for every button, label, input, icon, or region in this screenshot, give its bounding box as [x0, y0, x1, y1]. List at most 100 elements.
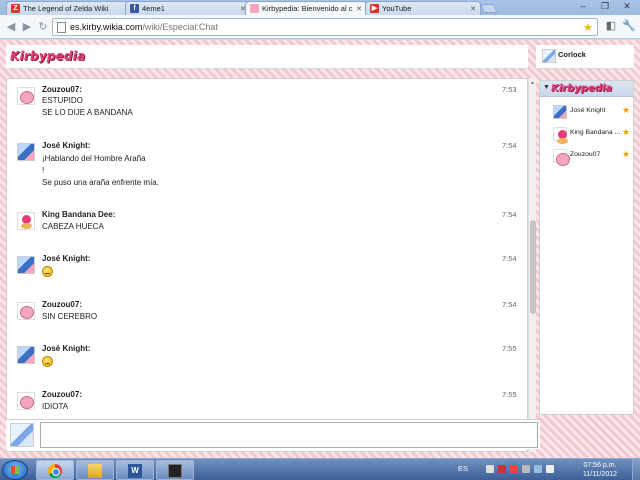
close-window-icon[interactable]: ✕ [616, 0, 638, 12]
chrome-icon [48, 464, 62, 478]
avatar [10, 423, 34, 447]
user-list-item[interactable]: Zouzou07 ★ [540, 147, 633, 166]
tray-monitor-icon[interactable] [522, 465, 530, 473]
tab-kirbypedia[interactable]: Kirbypedia: Bienvenido al c ✕ [245, 1, 367, 15]
scroll-up-icon[interactable]: ▲ [530, 80, 535, 86]
message-time: 7:54 [502, 141, 517, 150]
message-text: ! [42, 166, 45, 175]
forward-arrow-icon[interactable]: ▶ [20, 20, 34, 34]
avatar [553, 127, 568, 144]
message-text: IDIOTA [42, 402, 69, 411]
message-username[interactable]: José Knight: [42, 254, 90, 263]
user-list-item[interactable]: José Knight ★ [540, 103, 633, 121]
show-desktop-button[interactable] [632, 459, 640, 480]
star-icon: ★ [622, 105, 631, 115]
message-text: ESTUPIDO [42, 96, 83, 105]
tray-arrow-icon[interactable] [486, 465, 494, 473]
word-icon: W [128, 464, 142, 478]
message-text: SIN CEREBRO [42, 312, 98, 321]
chat-page: Kirbypedia Corlock Zouzou07: 7:53 ESTUPI… [0, 40, 640, 458]
message-username[interactable]: Zouzou07: [42, 85, 82, 94]
chat-message: José Knight: 7:54 [7, 254, 519, 284]
avatar [542, 49, 556, 63]
member-name: José Knight [570, 107, 606, 114]
avatar [553, 105, 567, 119]
back-arrow-icon[interactable]: ◀ [4, 20, 18, 34]
taskbar-chrome[interactable] [36, 460, 74, 480]
message-username[interactable]: José Knight: [42, 344, 90, 353]
site-logo[interactable]: Kirbypedia [10, 49, 85, 63]
scrollbar-thumb[interactable] [530, 220, 536, 314]
minimize-icon[interactable]: – [572, 0, 594, 12]
user-list-sidebar: ▼ Kirbypedia José Knight ★ King Bandana … [539, 80, 634, 415]
message-text: ¡Hablando del Hombre Araña [42, 154, 146, 163]
message-time: 7:55 [502, 344, 517, 353]
language-indicator[interactable]: ES [458, 464, 468, 473]
browser-toolbar: ◀ ▶ ↻ es.kirby.wikia.com/wiki/Especial:C… [0, 15, 640, 39]
chat-message: Zouzou07: 7:53 ESTUPIDO SE LO DIJE A BAN… [7, 85, 519, 125]
avatar [17, 302, 35, 320]
folder-icon [88, 464, 102, 478]
close-tab-icon[interactable]: ✕ [356, 5, 362, 13]
tab-title: YouTube [382, 4, 412, 13]
close-tab-icon[interactable]: ✕ [470, 5, 476, 13]
console-icon [168, 464, 182, 478]
star-icon: ★ [622, 149, 631, 159]
network-icon[interactable] [534, 465, 542, 473]
tray-flag-icon[interactable] [510, 465, 518, 473]
chat-scrollbar[interactable]: ▲ ▼ [528, 78, 536, 452]
message-username[interactable]: Zouzou07: [42, 390, 82, 399]
facebook-favicon-icon: f [130, 4, 139, 13]
url-text: es.kirby.wikia.com/wiki/Especial:Chat [70, 22, 218, 32]
taskbar-console[interactable] [156, 460, 194, 480]
member-name: Zouzou07 [570, 151, 601, 158]
kirby-favicon-icon [250, 4, 259, 13]
bookmark-star-icon[interactable]: ★ [583, 21, 593, 34]
tab-facebook[interactable]: f 4eme1 ✕ [125, 1, 251, 15]
star-icon: ★ [622, 127, 631, 137]
tab-strip: Z The Legend of Zelda Wiki ✕ f 4eme1 ✕ K… [0, 0, 640, 15]
maximize-icon[interactable]: ❐ [594, 0, 616, 12]
message-time: 7:54 [502, 300, 517, 309]
taskbar-word[interactable]: W [116, 460, 154, 480]
user-list-header[interactable]: ▼ Kirbypedia [540, 81, 633, 97]
message-text: SE LO DIJE A BANDANA [42, 108, 133, 117]
message-text: Se puso una araña enfrente mía. [42, 178, 159, 187]
start-button[interactable] [2, 460, 28, 480]
new-tab-button[interactable] [480, 4, 498, 13]
clock[interactable]: 07:56 p.m. 11/11/2012 [574, 461, 626, 479]
chat-input[interactable] [40, 422, 538, 448]
sidebar-logo: Kirbypedia [551, 83, 613, 94]
message-username[interactable]: King Bandana Dee: [42, 210, 115, 219]
taskbar-explorer[interactable] [76, 460, 114, 480]
member-name: King Bandana ... [570, 129, 621, 136]
reload-icon[interactable]: ↻ [36, 20, 50, 34]
tab-title: 4eme1 [142, 4, 165, 13]
extension-icon[interactable]: ◧ [604, 19, 618, 33]
chat-message: José Knight: 7:54 ¡Hablando del Hombre A… [7, 141, 519, 191]
current-user-name[interactable]: Corlock [558, 50, 586, 59]
message-text: CABEZA HUECA [42, 222, 104, 231]
message-time: 7:54 [502, 254, 517, 263]
user-list-item[interactable]: King Bandana ... ★ [540, 125, 633, 144]
avatar [17, 256, 35, 274]
wrench-menu-icon[interactable]: 🔧 [622, 19, 636, 33]
avatar [17, 212, 35, 230]
current-user-box: Corlock [536, 45, 634, 69]
message-time: 7:53 [502, 85, 517, 94]
avatar [17, 392, 35, 410]
message-username[interactable]: José Knight: [42, 141, 90, 150]
tray-app-icon[interactable] [498, 465, 506, 473]
volume-icon[interactable] [546, 465, 554, 473]
message-username[interactable]: Zouzou07: [42, 300, 82, 309]
neutral-face-icon [42, 266, 53, 277]
address-bar[interactable]: es.kirby.wikia.com/wiki/Especial:Chat ★ [52, 18, 598, 36]
tab-title: Kirbypedia: Bienvenido al c [262, 4, 353, 13]
avatar [553, 149, 570, 166]
collapse-arrow-icon[interactable]: ▼ [543, 84, 550, 91]
frown-face-icon [42, 356, 53, 367]
tab-youtube[interactable]: ▶ YouTube ✕ [365, 1, 481, 15]
avatar [17, 143, 35, 161]
tab-zelda-wiki[interactable]: Z The Legend of Zelda Wiki ✕ [6, 1, 140, 15]
system-tray: ES 07:56 p.m. 11/11/2012 [452, 459, 640, 480]
